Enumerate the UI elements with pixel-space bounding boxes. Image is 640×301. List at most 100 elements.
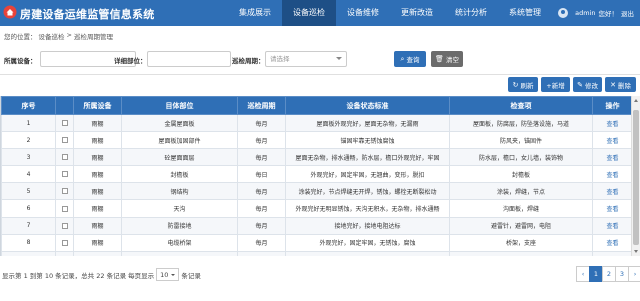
cell-items: 避雷针，避雷网，电阻 — [449, 216, 593, 235]
row-checkbox[interactable] — [61, 222, 68, 229]
user-area: admin 您好！ 退出 — [558, 0, 634, 26]
row-checkbox[interactable] — [61, 137, 68, 144]
refresh-button[interactable]: ↻ 刷新 — [508, 77, 538, 92]
scrollbar-thumb[interactable] — [633, 110, 639, 245]
breadcrumb-current: 巡检周期管理 — [73, 33, 113, 41]
page-3-button[interactable]: 3 — [615, 266, 629, 282]
view-link[interactable]: 查看 — [606, 172, 618, 179]
nav-statistics[interactable]: 统计分析 — [444, 0, 498, 26]
clear-button[interactable]: 🗑 清空 — [431, 51, 463, 67]
table-row[interactable]: 3 雨棚 砼屋面面层 每月 屋面无杂物，排水通畅，防水层，檐口外观完好，牢固 防水层，檐口… — [1, 148, 631, 167]
nav-integrated-display[interactable]: 集成展示 — [228, 0, 282, 26]
cell-equipment: 雨棚 — [73, 165, 122, 184]
cell-action: 查看 — [592, 131, 631, 150]
part-input[interactable] — [147, 51, 231, 67]
view-link[interactable]: 查看 — [606, 121, 618, 128]
cell-cycle: 每月 — [237, 233, 286, 252]
cell-cycle: 每月 — [237, 216, 286, 235]
view-link[interactable]: 查看 — [606, 155, 618, 162]
cell-equipment: 雨棚 — [73, 199, 122, 218]
table-row[interactable]: 5 雨棚 钢结构 每月 涂装完好，节点焊缝无开焊，锈蚀，螺栓无断裂松动 涂装，焊缝，节点 查… — [1, 182, 631, 201]
cell-cycle: 每日 — [237, 165, 286, 184]
cell-items: 屋面板，防腐层，防坠落设施，马道 — [449, 113, 593, 133]
nav-system-management[interactable]: 系统管理 — [498, 0, 552, 26]
scroll-up-icon[interactable] — [634, 99, 638, 102]
page-1-button[interactable]: 1 — [589, 266, 603, 282]
table-row[interactable]: 2 雨棚 屋面板加固部件 每月 锚固牢靠无锈蚀腐蚀 防风夹，锚固件 查看 — [1, 131, 631, 150]
cell-cycle: 每月 — [237, 131, 286, 150]
col-header-no: 序号 — [1, 96, 56, 115]
filter-bar: 所属设备： 详细部位： 巡检周期： 请选择 ⌕ 查询 🗑 清空 — [0, 50, 640, 70]
prev-page-button[interactable]: ‹ — [576, 266, 590, 282]
pagination-summary: 显示第 1 到第 10 条记录，总共 22 条记录 每页显示 10 条记录 — [2, 268, 201, 281]
add-button-label: +新增 — [546, 81, 565, 90]
table-row[interactable]: 4 雨棚 封檐板 每日 外观完好，固定牢固，无翘曲，变形，脱扣 封檐板 查看 — [1, 165, 631, 184]
table-row[interactable]: 9 雨棚 — [1, 250, 631, 256]
row-checkbox[interactable] — [61, 239, 68, 246]
cell-select — [55, 113, 74, 133]
table-row[interactable]: 7 雨棚 防雷接地 每月 接地完好，接地电阻达标 避雷针，避雷网，电阻 查看 — [1, 216, 631, 235]
cell-select — [55, 199, 74, 218]
page-2-button[interactable]: 2 — [602, 266, 616, 282]
cell-action: 查看 — [592, 182, 631, 201]
part-label: 详细部位： — [114, 57, 147, 65]
equipment-label: 所属设备： — [4, 57, 37, 65]
col-header-items: 检查项 — [449, 96, 593, 115]
refresh-icon: ↻ — [512, 80, 519, 89]
delete-icon: ✕ — [610, 80, 616, 89]
scroll-down-icon[interactable] — [634, 250, 638, 253]
delete-button[interactable]: ✕ 删除 — [605, 77, 636, 92]
cell-no: 3 — [1, 148, 56, 167]
col-header-part: 目体部位 — [121, 96, 238, 115]
cell-no: 1 — [1, 113, 56, 133]
cell-no: 4 — [1, 165, 56, 184]
row-checkbox[interactable] — [61, 205, 68, 212]
nav-renovation[interactable]: 更新改造 — [390, 0, 444, 26]
view-link[interactable]: 查看 — [606, 223, 618, 230]
add-button[interactable]: +新增 — [541, 77, 570, 92]
cell-equipment: 雨棚 — [73, 182, 122, 201]
page-size-select[interactable]: 10 — [156, 268, 180, 281]
cell-select — [55, 182, 74, 201]
breadcrumb-inspection[interactable]: 设备巡检 — [39, 31, 65, 41]
table-row[interactable]: 1 雨棚 金属屋面板 每月 屋面板外观完好，屋面无杂物，无漏雨 屋面板，防腐层，防坠落设施… — [1, 113, 631, 133]
cell-action: 查看 — [592, 113, 631, 133]
main-nav: 集成展示 设备巡检 设备维修 更新改造 统计分析 系统管理 — [228, 0, 552, 26]
cell-part: 屋面板加固部件 — [121, 131, 238, 150]
cell-cycle: 每月 — [237, 148, 286, 167]
table-row[interactable]: 6 雨棚 天沟 每月 外观完好无明显锈蚀，天沟无积水，无杂物，排水通畅 沟面板，焊缝 查看 — [1, 199, 631, 218]
cell-items: 桥架，支座 — [449, 233, 593, 252]
cell-no: 6 — [1, 199, 56, 218]
col-header-equipment: 所属设备 — [73, 96, 122, 115]
cycle-select-placeholder: 请选择 — [270, 55, 290, 63]
breadcrumb: 您的位置： 设备巡检 > 巡检周期管理 — [4, 31, 115, 41]
row-checkbox[interactable] — [61, 171, 68, 178]
edit-button[interactable]: ✎ 修改 — [573, 77, 602, 92]
trash-icon: 🗑 — [435, 55, 444, 63]
search-button[interactable]: ⌕ 查询 — [394, 51, 426, 67]
next-page-button[interactable]: › — [628, 266, 640, 282]
row-checkbox[interactable] — [61, 120, 68, 127]
view-link[interactable]: 查看 — [606, 138, 618, 145]
cell-items: 涂装，焊缝，节点 — [449, 182, 593, 201]
nav-equipment-repair[interactable]: 设备维修 — [336, 0, 390, 26]
row-checkbox[interactable] — [61, 188, 68, 195]
record-suffix: 条记录 — [181, 271, 201, 280]
cell-standard — [285, 250, 450, 256]
cell-standard: 锚固牢靠无锈蚀腐蚀 — [285, 131, 450, 150]
cell-no: 9 — [1, 250, 56, 256]
cell-part: 钢结构 — [121, 182, 238, 201]
table-header-row: 序号 所属设备 目体部位 巡检周期 设备状态标准 检查项 操作 — [1, 96, 631, 115]
cycle-select[interactable]: 请选择 — [265, 51, 347, 67]
nav-equipment-inspection[interactable]: 设备巡检 — [282, 0, 336, 26]
view-link[interactable]: 查看 — [606, 240, 618, 247]
row-checkbox[interactable] — [61, 154, 68, 161]
view-link[interactable]: 查看 — [606, 189, 618, 196]
home-logo-icon — [3, 5, 17, 19]
vertical-scrollbar[interactable] — [631, 96, 640, 256]
view-link[interactable]: 查看 — [606, 206, 618, 213]
logout-link[interactable]: 退出 — [621, 8, 634, 18]
table-row[interactable]: 8 雨棚 电缆桥架 每月 外观完好，固定牢固，无锈蚀，腐蚀 桥架，支座 查看 — [1, 233, 631, 252]
cell-standard: 外观完好，固定牢固，无翘曲，变形，脱扣 — [285, 165, 450, 184]
cell-standard: 外观完好，固定牢固，无锈蚀，腐蚀 — [285, 233, 450, 252]
